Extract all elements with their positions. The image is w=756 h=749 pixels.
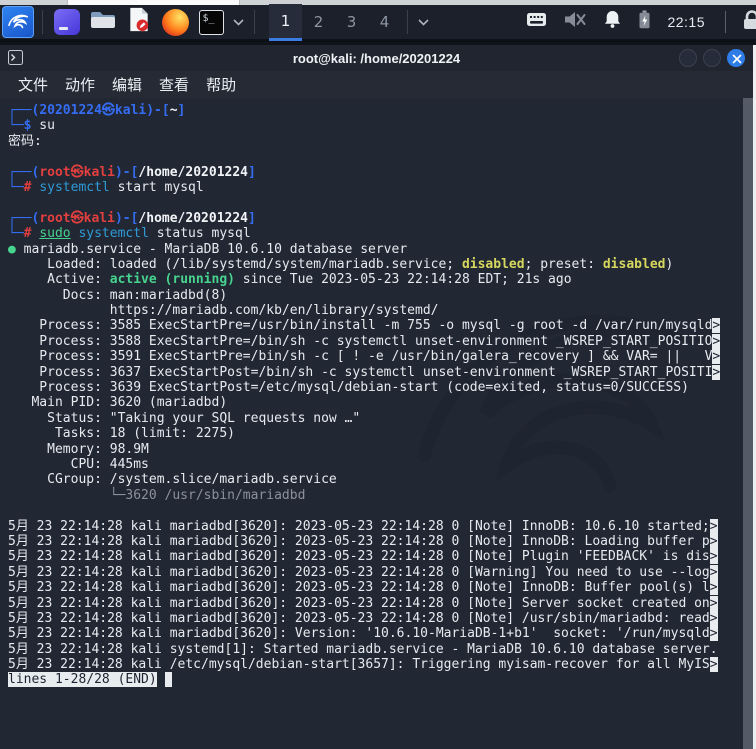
launcher-window-app[interactable] [51,6,83,38]
terminal-line: 5月 23 22:14:28 kali mariadbd[3620]: 2023… [8,564,718,580]
terminal-line: Docs: man:mariadbd(8) [8,287,228,303]
terminal-line: └─# systemctl start mysql [8,179,204,195]
workspace-switcher: 1 2 3 4 [269,3,401,41]
workspace-4[interactable]: 4 [368,4,401,41]
workspace-2[interactable]: 2 [302,4,335,41]
tray-separator [725,11,726,33]
window-controls [679,49,745,67]
minimize-button[interactable] [679,49,697,67]
terminal-line: 密码: [8,133,42,149]
menu-actions[interactable]: 动作 [65,74,95,95]
terminal-line: Active: active (running) since Tue 2023-… [8,272,572,288]
chevron-down-icon [233,13,244,31]
launcher-file-manager[interactable] [87,6,119,38]
window-app-icon [54,9,80,35]
terminal-line: ┌──(20201224㉿kali)-[~] [8,103,186,118]
terminal-viewport[interactable]: ┌──(20201224㉿kali)-[~] └─$ su 密码: ┌──(root… [0,98,753,749]
window-title: root@kali: /home/20201224 [292,50,461,66]
kali-desktop: $_ 1 2 3 4 22:15 root@kali: /home/202012… [0,0,756,749]
close-button[interactable] [727,49,745,67]
terminal-line: Process: 3639 ExecStartPost=/etc/mysql/d… [8,380,689,396]
terminal-line: Process: 3585 ExecStartPre=/usr/bin/inst… [8,318,721,334]
terminal-line: Loaded: loaded (/lib/systemd/system/mari… [8,256,674,272]
panel-separator [254,10,255,34]
terminal-line: └─# sudo systemctl status mysql [8,226,251,242]
menubar: 文件 动作 编辑 查看 帮助 [0,71,753,98]
terminal-line: 5月 23 22:14:28 kali mariadbd[3620]: 2023… [8,533,718,549]
screen-lock-icon[interactable] [742,10,756,34]
terminal-line: CGroup: /system.slice/mariadb.service [8,472,337,488]
text-editor-icon [127,6,151,38]
firefox-icon [161,8,189,36]
terminal-line: 5月 23 22:14:28 kali mariadbd[3620]: 2023… [8,518,718,534]
terminal-line: Main PID: 3620 (mariadbd) [8,395,228,411]
terminal-line: 5月 23 22:14:28 kali mariadbd[3620]: 2023… [8,549,718,565]
terminal-line: Tasks: 18 (limit: 2275) [8,426,235,442]
launcher-firefox[interactable] [159,6,191,38]
terminal-line: 5月 23 22:14:28 kali mariadbd[3620]: Vers… [8,626,718,642]
terminal-dropdown-button[interactable] [233,13,244,31]
top-panel: $_ 1 2 3 4 22:15 [0,3,756,42]
terminal-line: 5月 23 22:14:28 kali mariadbd[3620]: 2023… [8,610,718,626]
terminal-line: ┌──(root㉿kali)-[/home/20201224] [8,164,256,180]
panel-separator [42,10,43,34]
file-manager-icon [89,8,117,37]
launcher-text-editor[interactable] [123,6,155,38]
volume-muted-icon[interactable] [563,11,587,33]
titlebar[interactable]: root@kali: /home/20201224 [0,45,753,71]
kali-menu-button[interactable] [2,6,34,38]
terminal-line: CPU: 445ms [8,456,149,472]
terminal-window: root@kali: /home/20201224 文件 动作 编辑 查看 帮助… [0,45,753,749]
terminal-line: ● mariadb.service - MariaDB 10.6.10 data… [8,241,408,257]
battery-icon[interactable] [638,10,651,34]
terminal-line: 5月 23 22:14:28 kali systemd[1]: Started … [8,641,718,657]
chevron-down-icon [418,13,429,31]
terminal-line: Process: 3591 ExecStartPre=/bin/sh -c [ … [8,349,721,365]
terminal-line: 5月 23 22:14:28 kali mariadbd[3620]: 2023… [8,580,718,596]
terminal-line: Status: "Taking your SQL requests now …" [8,410,361,426]
menu-view[interactable]: 查看 [159,74,189,95]
terminal-line: 5月 23 22:14:28 kali /etc/mysql/debian-st… [8,657,718,673]
terminal-line: └─3620 /usr/sbin/mariadbd [8,487,306,503]
menu-edit[interactable]: 编辑 [112,74,142,95]
panel-separator [407,10,408,34]
keyboard-indicator-icon[interactable] [526,12,547,32]
system-tray: 22:15 [526,10,756,34]
terminal-window-icon [8,50,23,70]
terminal-output: ┌──(20201224㉿kali)-[~] └─$ su 密码: ┌──(root… [8,103,739,688]
terminal-line: ┌──(root㉿kali)-[/home/20201224] [8,210,256,226]
terminal-line: 5月 23 22:14:28 kali mariadbd[3620]: 2023… [8,595,718,611]
workspace-1[interactable]: 1 [269,3,302,41]
kali-dragon-icon [6,8,30,37]
maximize-button[interactable] [703,49,721,67]
terminal-line: lines 1-28/28 (END) [8,672,739,688]
terminal-line: Memory: 98.9M [8,441,149,457]
terminal-line: Process: 3637 ExecStartPost=/bin/sh -c s… [8,364,721,380]
workspace-3[interactable]: 3 [335,4,368,41]
terminal-icon: $_ [198,9,224,35]
terminal-line: └─$ su [8,118,55,134]
clock[interactable]: 22:15 [667,14,705,30]
launcher-terminal[interactable]: $_ [195,6,227,38]
workspace-dropdown-button[interactable] [418,13,429,31]
terminal-line: Process: 3588 ExecStartPre=/bin/sh -c sy… [8,333,721,349]
notifications-bell-icon[interactable] [603,10,622,34]
menu-help[interactable]: 帮助 [206,74,236,95]
menu-file[interactable]: 文件 [18,74,48,95]
terminal-line: https://mariadb.com/kb/en/library/system… [8,303,439,319]
